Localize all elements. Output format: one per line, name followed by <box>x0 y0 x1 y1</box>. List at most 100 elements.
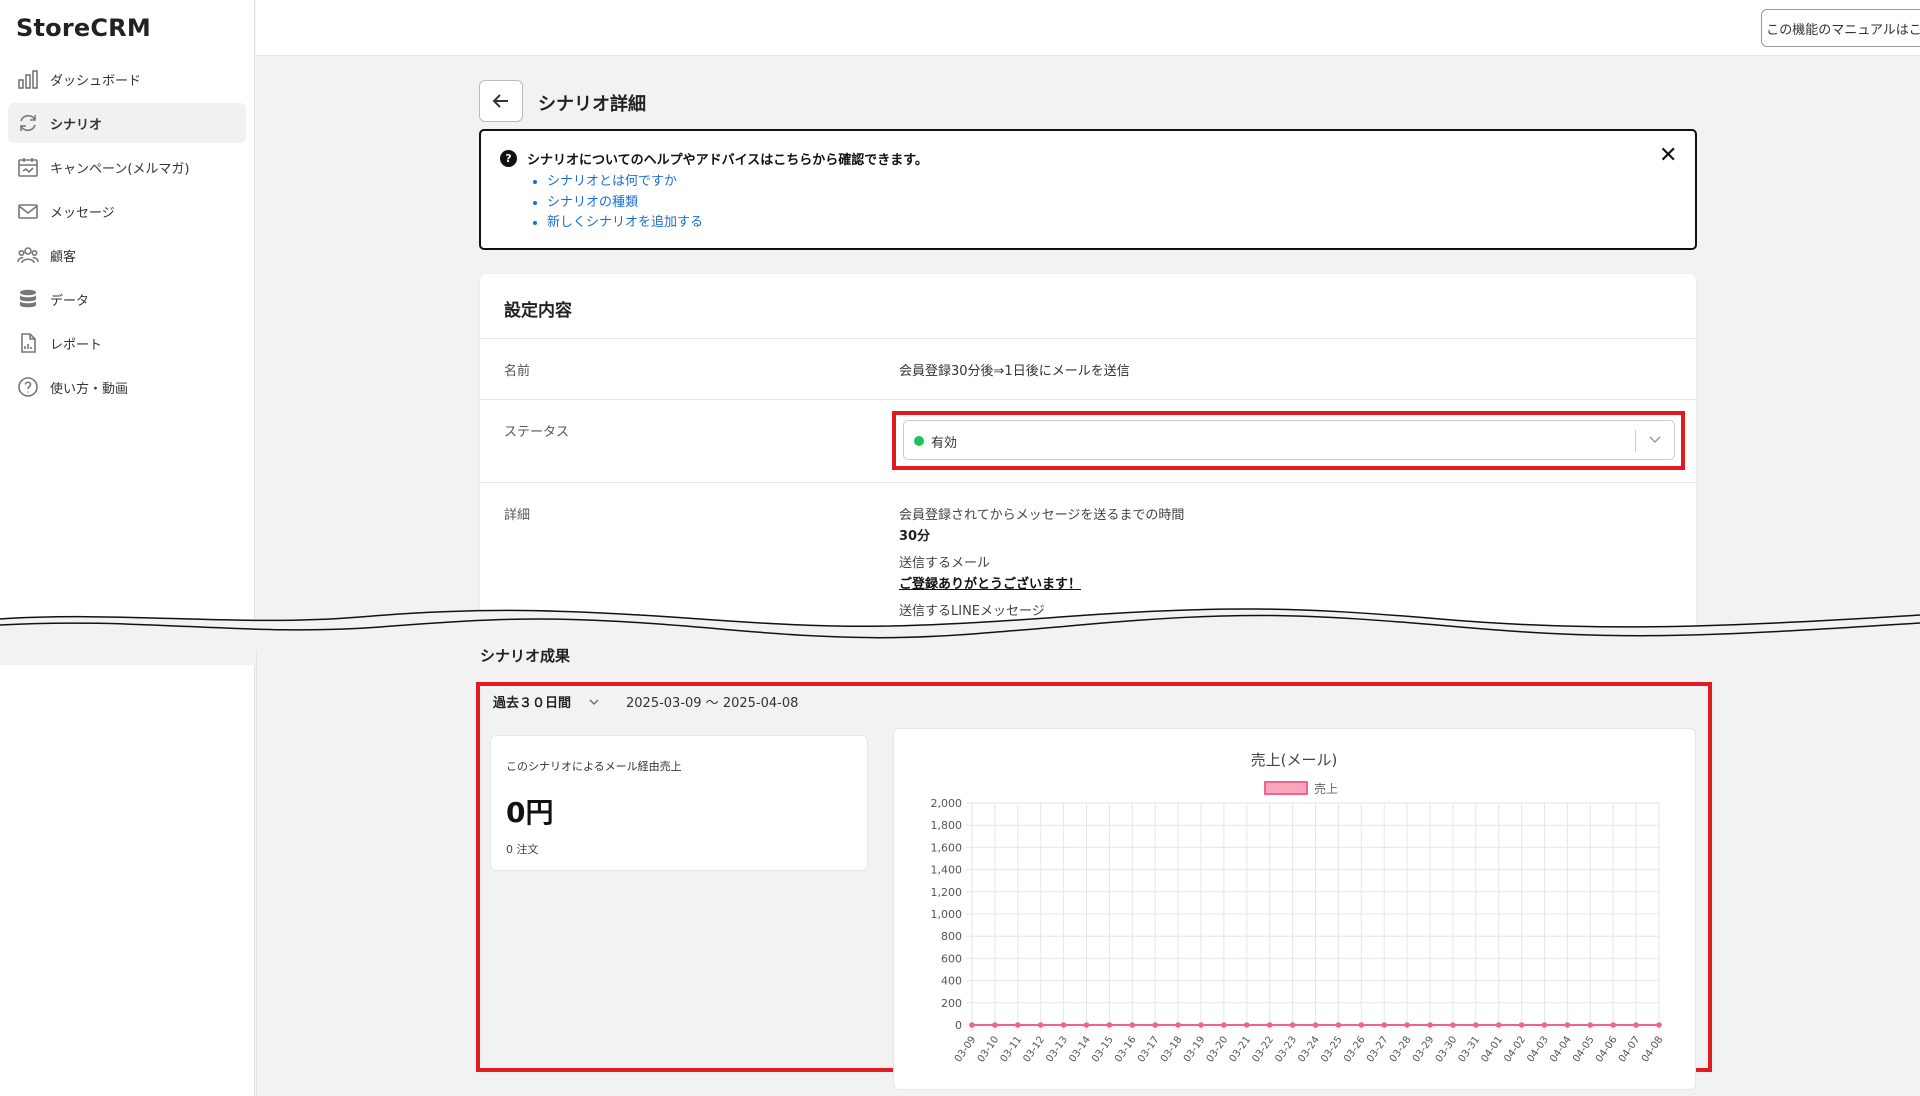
status-select[interactable]: 有効 <box>903 420 1675 460</box>
y-tick-label: 2,000 <box>931 797 963 810</box>
data-point <box>1656 1022 1662 1028</box>
sidebar-item-campaign[interactable]: キャンペーン(メルマガ) <box>8 147 246 187</box>
data-point <box>1037 1022 1044 1028</box>
data-point <box>1381 1022 1387 1028</box>
sidebar-item-label: メッセージ <box>50 205 115 221</box>
chevron-down-icon <box>1647 431 1663 451</box>
y-tick-label: 1,400 <box>931 864 963 877</box>
users-icon <box>16 243 40 267</box>
data-point <box>1450 1022 1456 1028</box>
status-label: ステータス <box>504 425 570 440</box>
sidebar-item-label: レポート <box>50 337 103 353</box>
x-tick-label: 03-31 <box>1457 1034 1483 1064</box>
data-point <box>1129 1022 1136 1028</box>
settings-card: 設定内容 名前 会員登録30分後⇒1日後にメールを送信 ステータス 有効 詳細 … <box>479 273 1697 635</box>
help-link-what-is-scenario[interactable]: シナリオとは何ですか <box>547 174 677 189</box>
sidebar-item-label: 顧客 <box>50 249 77 265</box>
sales-chart-card: 売上(メール) 売上 0 200 400 600 800 1,000 1,200 1,400 1… <box>893 728 1696 1090</box>
y-tick-label: 1,200 <box>931 886 963 899</box>
detail-mail-label: 送信するメール <box>899 556 991 571</box>
sidebar-item-label: データ <box>50 293 90 309</box>
status-highlight: 有効 <box>892 411 1685 470</box>
data-point <box>1221 1022 1227 1028</box>
x-tick-label: 03-20 <box>1205 1034 1231 1064</box>
chevron-down-icon[interactable] <box>587 694 601 713</box>
back-button[interactable] <box>479 80 523 122</box>
y-tick-label: 200 <box>941 997 962 1010</box>
x-tick-label: 04-01 <box>1479 1034 1505 1064</box>
y-tick-label: 600 <box>941 952 962 965</box>
stat-value: 0円 <box>506 796 554 829</box>
y-tick-label: 800 <box>941 930 962 943</box>
x-tick-label: 04-05 <box>1571 1034 1597 1064</box>
data-point <box>1427 1022 1433 1028</box>
sidebar-item-howto[interactable]: 使い方・動画 <box>8 367 246 407</box>
sidebar-item-label: ダッシュボード <box>50 73 142 89</box>
x-tick-label: 03-19 <box>1182 1034 1208 1064</box>
close-icon[interactable]: ✕ <box>1659 145 1677 167</box>
sidebar-item-label: 使い方・動画 <box>50 381 129 397</box>
data-point <box>1060 1022 1067 1028</box>
sidebar-item-data[interactable]: データ <box>8 279 246 319</box>
x-tick-label: 03-16 <box>1113 1034 1139 1064</box>
data-point <box>1266 1022 1273 1028</box>
sidebar-border <box>256 650 257 1096</box>
detail-label: 詳細 <box>504 508 531 523</box>
settings-title: 設定内容 <box>504 301 572 321</box>
data-point <box>1404 1022 1410 1028</box>
data-point <box>1564 1022 1571 1028</box>
data-point <box>1335 1022 1342 1028</box>
data-point <box>969 1022 975 1028</box>
date-range-text: 2025-03-09 〜 2025-04-08 <box>626 696 799 711</box>
help-link-item: 新しくシナリオを追加する <box>547 213 703 234</box>
x-tick-label: 03-17 <box>1136 1034 1162 1064</box>
data-point <box>1610 1022 1616 1028</box>
sidebar-nav: ダッシュボード シナリオ キャンペーン(メルマガ) メッセージ 顧客 データ レ… <box>8 59 246 411</box>
data-point <box>1358 1022 1365 1028</box>
x-tick-label: 04-02 <box>1502 1034 1528 1064</box>
sidebar-item-label: シナリオ <box>50 117 103 133</box>
help-link-item: シナリオの種類 <box>547 193 703 214</box>
help-links: シナリオとは何ですか シナリオの種類 新しくシナリオを追加する <box>533 172 703 234</box>
x-tick-label: 03-22 <box>1250 1034 1276 1064</box>
database-icon <box>16 287 40 311</box>
data-point <box>1495 1022 1502 1028</box>
sidebar-item-customers[interactable]: 顧客 <box>8 235 246 275</box>
report-file-icon <box>16 331 40 355</box>
help-link-scenario-types[interactable]: シナリオの種類 <box>547 195 638 210</box>
data-point <box>1198 1022 1204 1028</box>
name-label: 名前 <box>504 364 531 379</box>
divider <box>480 399 1696 400</box>
x-tick-label: 03-29 <box>1411 1034 1437 1064</box>
chart-title: 売上(メール) <box>1251 751 1338 769</box>
x-tick-label: 03-15 <box>1090 1034 1116 1064</box>
bar-chart-icon <box>16 67 40 91</box>
sidebar-item-scenario[interactable]: シナリオ <box>8 103 246 143</box>
detail-mail-link[interactable]: ご登録ありがとうございます！ <box>899 573 1081 592</box>
data-point <box>1312 1022 1319 1028</box>
data-point <box>1152 1022 1158 1028</box>
sidebar-item-report[interactable]: レポート <box>8 323 246 363</box>
detail-time-value: 30分 <box>899 529 931 544</box>
help-link-add-scenario[interactable]: 新しくシナリオを追加する <box>547 215 703 230</box>
sidebar-item-dashboard[interactable]: ダッシュボード <box>8 59 246 99</box>
x-tick-label: 03-14 <box>1067 1034 1093 1064</box>
help-banner: ? シナリオについてのヘルプやアドバイスはこちらから確認できます。 ✕ シナリオ… <box>479 129 1697 250</box>
data-point <box>1473 1022 1479 1028</box>
stat-orders: 0 注文 <box>506 843 539 856</box>
sidebar-item-message[interactable]: メッセージ <box>8 191 246 231</box>
y-tick-label: 0 <box>955 1019 962 1032</box>
x-tick-label: 03-12 <box>1021 1034 1047 1064</box>
app-logo[interactable]: StoreCRM <box>16 14 151 42</box>
data-point <box>1015 1022 1021 1028</box>
manual-button[interactable]: この機能のマニュアルはこちら <box>1761 9 1920 47</box>
sidebar: StoreCRM ダッシュボード シナリオ キャンペーン(メルマガ) メッセージ… <box>0 0 255 1096</box>
y-tick-label: 1,000 <box>931 908 963 921</box>
mail-sales-stat-card: このシナリオによるメール経由売上 0円 0 注文 <box>490 735 868 871</box>
date-range-select[interactable]: 過去３０日間 <box>493 692 571 711</box>
y-tick-label: 1,800 <box>931 819 963 832</box>
status-dot <box>914 436 924 446</box>
page-break-tear <box>0 608 1920 665</box>
x-tick-label: 03-18 <box>1159 1034 1185 1064</box>
data-point <box>992 1022 998 1028</box>
